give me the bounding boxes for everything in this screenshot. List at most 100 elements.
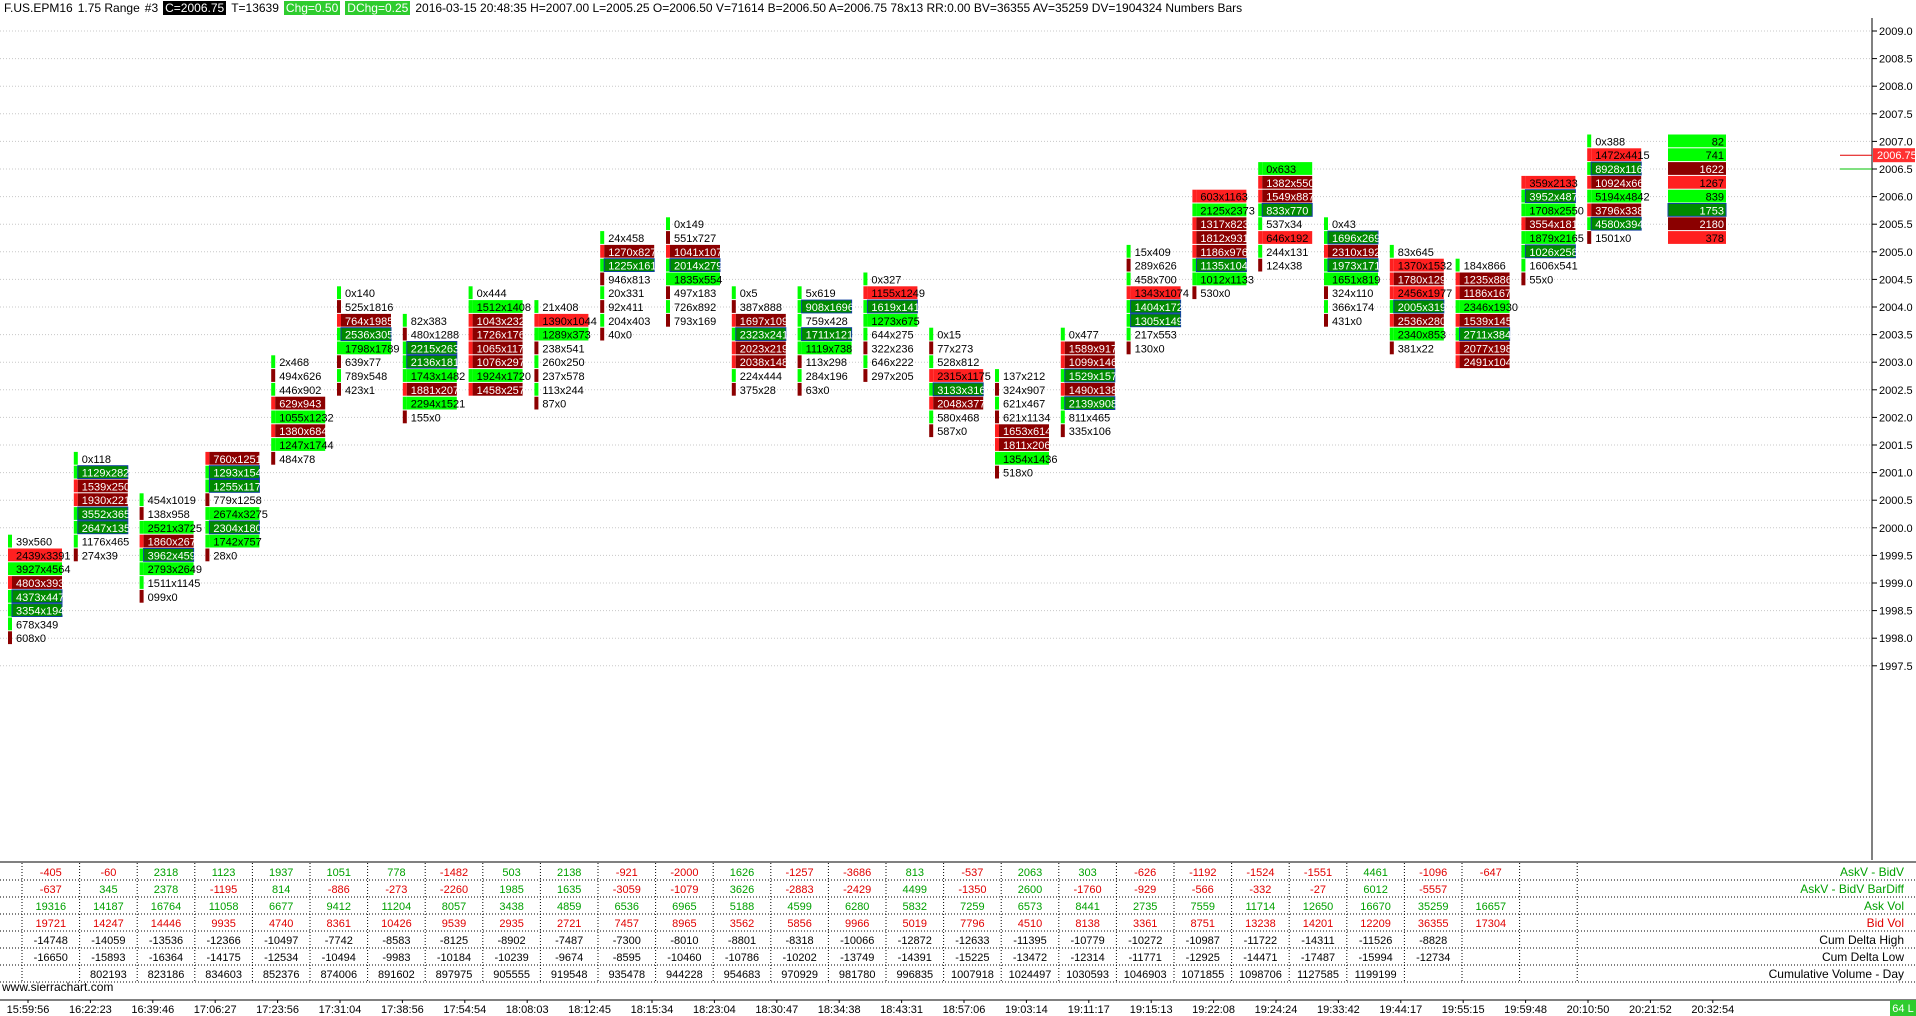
study-value: 1199199	[1355, 969, 1397, 981]
volume-cell-label: 387x888	[740, 302, 782, 314]
bar-range-marker	[534, 396, 539, 410]
volume-cell-label: 335x106	[1069, 426, 1111, 438]
bar-range-marker	[8, 589, 12, 603]
volume-cell-label: 1225x1616	[608, 261, 662, 273]
study-value: -2000	[670, 867, 698, 879]
volume-cell-label: 2711x3844	[1464, 330, 1518, 342]
bar-range-marker	[1324, 244, 1328, 258]
study-value: -13749	[840, 952, 874, 964]
time-axis-label: 18:23:04	[693, 1004, 736, 1016]
volume-cell-label: 2536x3056	[345, 330, 399, 342]
study-value: -15893	[91, 952, 125, 964]
volume-cell-label: 1835x554	[674, 274, 722, 286]
volume-cell-label: 2005x3191	[1398, 302, 1452, 314]
study-value: -921	[616, 867, 638, 879]
volume-cell-label: 946x813	[608, 274, 650, 286]
volume-cell-label: 1619x1410	[871, 302, 925, 314]
volume-cell-label: 2215x2635	[411, 343, 465, 355]
bar-range-marker	[1258, 162, 1263, 175]
volume-cell-label: 1879x2165	[1529, 233, 1583, 245]
volume-cell-label: 764x1985	[345, 316, 393, 328]
bar-range-marker	[1060, 382, 1065, 396]
volume-cell-label: 908x1696	[806, 302, 854, 314]
price-axis-label: 2006.0	[1879, 192, 1913, 204]
bar-range-marker	[73, 493, 78, 507]
study-value: 954683	[724, 969, 761, 981]
volume-cell-label: 646x192	[1266, 233, 1308, 245]
bar-range-marker	[797, 382, 802, 396]
time-axis-label: 19:11:17	[1068, 1004, 1110, 1016]
total-cell-label: 1622	[1700, 164, 1724, 176]
bar-range-marker	[337, 327, 341, 341]
bar-range-marker	[1258, 217, 1263, 231]
volume-cell-label: 8928x1165	[1595, 164, 1649, 176]
volume-cell-label: 2491x104	[1464, 357, 1512, 369]
volume-cell-label: 458x700	[1135, 274, 1177, 286]
bar-range-marker	[402, 396, 407, 410]
volume-cell-label: 324x907	[1003, 385, 1045, 397]
bar-range-marker	[1324, 217, 1328, 231]
volume-cell-label: 1606x541	[1529, 261, 1577, 273]
volume-cell-label: 130x0	[1135, 343, 1165, 355]
bar-range-marker	[1587, 203, 1592, 217]
bar-range-marker	[1389, 341, 1394, 355]
study-value: -1482	[440, 867, 468, 879]
study-value: 4599	[787, 901, 811, 913]
study-value: -8010	[670, 935, 698, 947]
price-axis-label: 2000.5	[1879, 495, 1913, 507]
study-label: Cum Delta Low	[1822, 950, 1904, 964]
bar-range-marker	[468, 327, 473, 341]
study-value: 1098706	[1239, 969, 1282, 981]
bar-range-marker	[1587, 134, 1592, 148]
bar-range-marker	[337, 313, 341, 327]
study-value: -7487	[555, 935, 583, 947]
volume-cell-label: 2315x1175	[937, 371, 991, 383]
bar-range-marker	[1389, 244, 1394, 258]
time-axis-label: 19:03:14	[1005, 1004, 1048, 1016]
volume-cell-label: 1930x2212	[82, 495, 136, 507]
bar-range-marker	[1258, 175, 1263, 189]
volume-cell-label: 83x645	[1398, 247, 1434, 259]
volume-cell-label: 1651x819	[1332, 274, 1380, 286]
bar-range-marker	[995, 396, 999, 410]
volume-cell-label: 833x770	[1266, 205, 1308, 217]
total-cell-label: 1267	[1700, 178, 1724, 190]
study-value: -14311	[1301, 935, 1334, 947]
study-value: 4499	[903, 884, 927, 896]
time-axis-label: 20:32:54	[1691, 1004, 1734, 1016]
study-label: Ask Vol	[1864, 899, 1904, 913]
time-axis-label: 17:54:54	[443, 1004, 486, 1016]
study-value: -886	[328, 884, 350, 896]
volume-cell-label: 3927x4564	[16, 564, 70, 576]
study-value: 16657	[1476, 901, 1507, 913]
bar-range-marker	[468, 300, 473, 313]
study-value: 11714	[1246, 901, 1276, 913]
price-axis-label: 2004.5	[1879, 274, 1913, 286]
study-value: -637	[40, 884, 62, 896]
volume-cell-label: 40x0	[608, 330, 632, 342]
bar-range-marker	[8, 576, 12, 589]
time-axis-label: 20:21:52	[1629, 1004, 1672, 1016]
volume-cell-label: 260x250	[542, 357, 584, 369]
volume-cell-label: 518x0	[1003, 468, 1033, 480]
study-value: 814	[272, 884, 290, 896]
time-axis-label: 17:38:56	[381, 1004, 424, 1016]
bar-range-marker	[600, 258, 605, 272]
bar-range-marker	[1126, 300, 1131, 313]
study-value: 3562	[730, 918, 754, 930]
total-cell-label: 839	[1706, 192, 1724, 204]
price-axis-label: 2001.0	[1879, 468, 1913, 480]
volume-cell-label: 4373x4470	[16, 592, 70, 604]
volume-cell-label: 2304x1802	[213, 523, 267, 535]
bar-range-marker	[1455, 341, 1460, 355]
time-axis-label: 15:59:56	[7, 1004, 50, 1016]
bar-range-marker	[468, 313, 473, 327]
bar-range-marker	[468, 355, 473, 369]
volume-cell-label: 1247x1744	[279, 440, 333, 452]
bar-range-marker	[534, 313, 539, 327]
numbers-bars-chart[interactable]: 2009.0 2008.5 2008.0 2007.5 2007.0 2006.5 2006…	[0, 0, 1916, 1016]
volume-cell-label: 2014x2790	[674, 261, 728, 273]
volume-cell-label: 1186x976	[1200, 247, 1248, 259]
study-value: 7796	[960, 918, 984, 930]
bar-range-marker	[1126, 286, 1131, 300]
